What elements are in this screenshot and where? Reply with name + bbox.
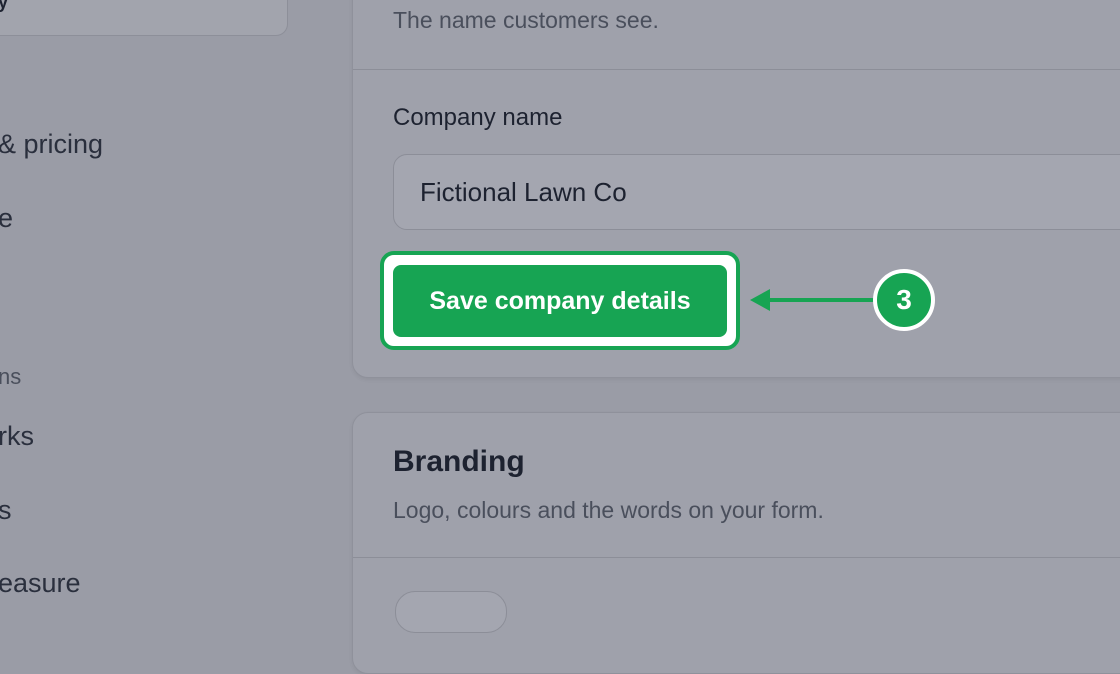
sidebar-top-box[interactable] <box>0 0 288 36</box>
company-name-input[interactable] <box>393 154 1120 230</box>
sidebar-item-pricing[interactable]: & pricing <box>0 129 103 160</box>
branding-title: Branding <box>393 445 525 478</box>
sidebar-item-e[interactable]: e <box>0 203 13 234</box>
arrow-left-icon <box>750 289 874 311</box>
card-divider <box>353 557 1120 558</box>
sidebar: y & pricing e ns rks s easure <box>0 0 350 600</box>
sidebar-top-box-text: y <box>0 0 9 12</box>
step-badge: 3 <box>873 269 935 331</box>
sidebar-item-s[interactable]: s <box>0 495 12 526</box>
save-company-details-button[interactable]: Save company details <box>393 265 727 337</box>
sidebar-section-heading: ns <box>0 364 22 389</box>
card-divider <box>353 69 1120 70</box>
card-subtitle: The name customers see. <box>393 7 659 33</box>
branding-card: Branding Logo, colours and the words on … <box>352 412 1120 674</box>
company-name-label: Company name <box>393 104 563 131</box>
branding-subtitle: Logo, colours and the words on your form… <box>393 497 824 523</box>
step-number: 3 <box>896 284 912 315</box>
branding-tab-pill[interactable] <box>395 591 507 633</box>
company-details-card: The name customers see. Company name Sav… <box>352 0 1120 378</box>
sidebar-item-rks[interactable]: rks <box>0 421 34 452</box>
sidebar-item-measure[interactable]: easure <box>0 568 81 599</box>
